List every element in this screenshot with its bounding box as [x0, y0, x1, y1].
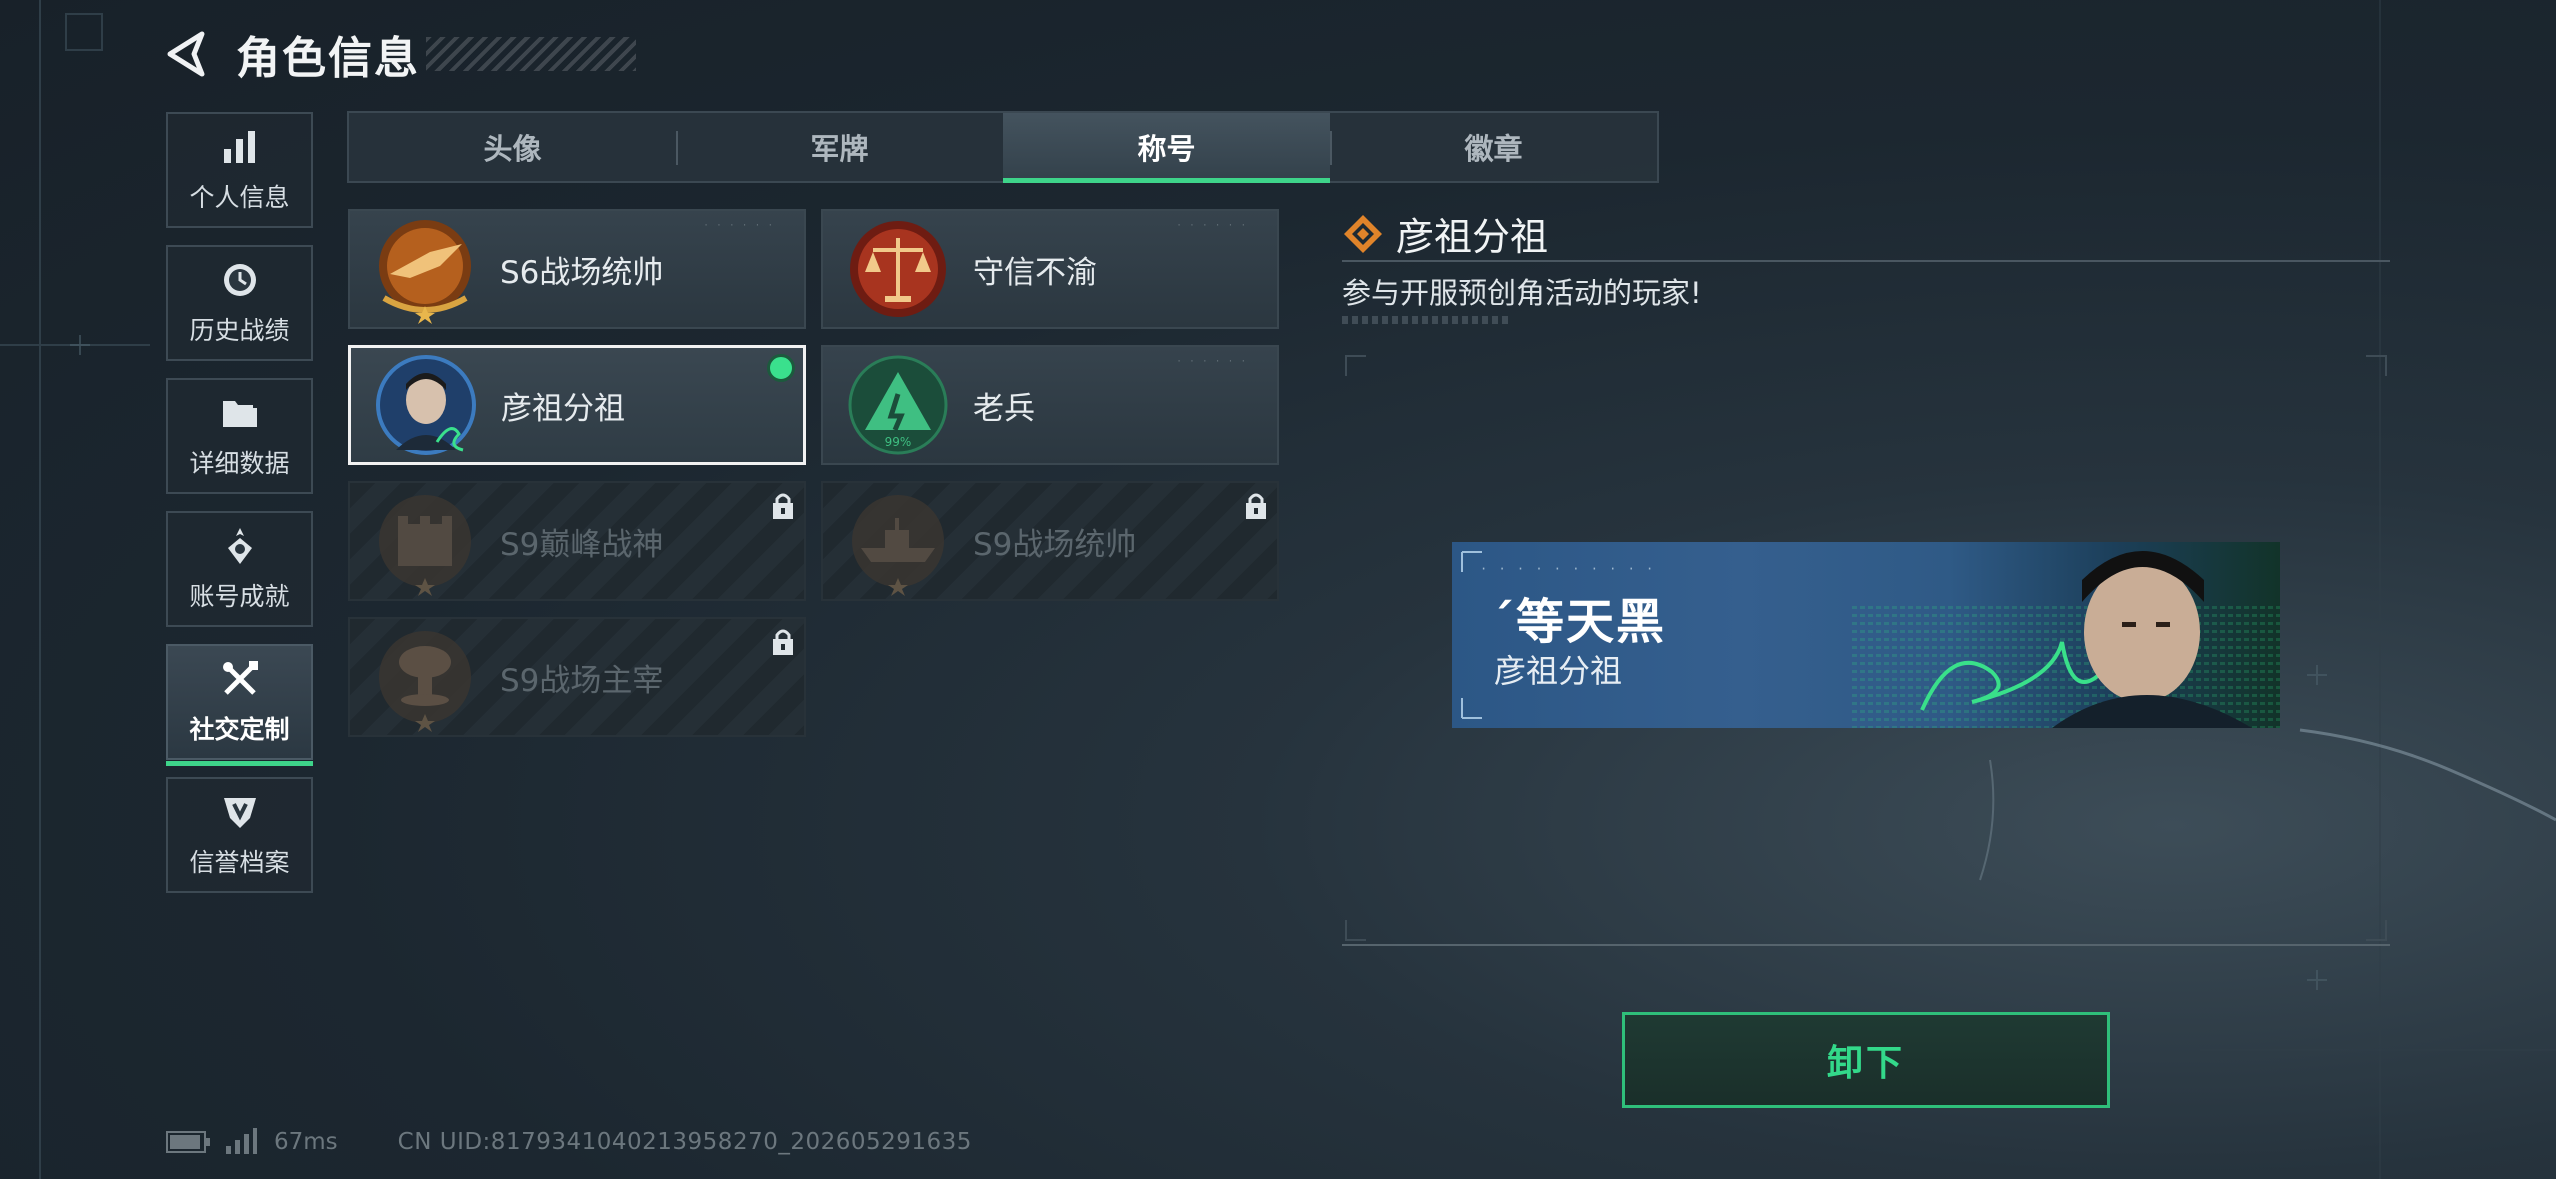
warship-emblem-icon	[852, 495, 944, 596]
banner-title: 彦祖分祖	[1494, 652, 1623, 690]
unequip-button[interactable]: 卸下	[1622, 1012, 2110, 1108]
back-button[interactable]	[160, 26, 216, 82]
unequip-button-label: 卸下	[1826, 1043, 1905, 1084]
page-header: 角色信息	[160, 22, 636, 86]
battery-icon	[166, 1131, 210, 1153]
title-card-veteran[interactable]: 99% 老兵 · · · · · ·	[821, 345, 1279, 465]
sidebar-item-label: 账号成就	[189, 582, 290, 611]
nameplate-preview: · · · · · · · · · · ´等天黑 彦祖分祖	[1452, 542, 2280, 728]
tab-title[interactable]: 称号	[1003, 113, 1330, 183]
card-tag-decoration: · · · · · ·	[703, 221, 774, 231]
detail-divider	[1342, 260, 2390, 262]
sidebar-item-history[interactable]: 历史战绩	[166, 245, 313, 361]
veteran-emblem-icon: 99%	[848, 355, 948, 455]
title-card-yanzu[interactable]: 彦祖分祖	[348, 345, 806, 465]
fortress-emblem-icon	[379, 495, 471, 596]
user-id: CN UID:8179341040213958270_202605291635	[397, 1129, 972, 1155]
banner-player-name: ´等天黑	[1490, 594, 1667, 650]
achievement-icon	[219, 525, 261, 567]
tab-dogtag[interactable]: 军牌	[676, 113, 1003, 181]
mushroom-cloud-emblem-icon	[379, 631, 471, 732]
tab-badge[interactable]: 徽章	[1330, 113, 1657, 181]
title-name: S9战场主宰	[500, 662, 664, 699]
equipped-indicator	[767, 354, 795, 382]
title-name: S9战场统帅	[973, 526, 1137, 563]
title-card-s9-peak-god[interactable]: S9巅峰战神	[348, 481, 806, 601]
fighter-jet-emblem-icon	[379, 220, 471, 324]
page-title: 角色信息	[236, 33, 420, 84]
tools-icon	[219, 658, 261, 700]
portrait-emblem-icon	[376, 355, 476, 455]
veteran-badge-text: 99%	[885, 435, 912, 449]
diamond-emblem-icon	[1344, 214, 1382, 253]
category-tabs: 头像 军牌 称号 徽章	[347, 111, 1659, 183]
title-name: 彦祖分祖	[501, 390, 625, 427]
status-bar: 67ms CN UID:8179341040213958270_20260529…	[166, 1128, 972, 1156]
bar-chart-icon	[219, 126, 261, 168]
credit-shield-icon	[219, 791, 261, 833]
sidebar-item-credit-record[interactable]: 信誉档案	[166, 777, 313, 893]
lock-icon	[773, 493, 793, 519]
lock-icon	[773, 629, 793, 655]
ping-value: 67ms	[274, 1129, 338, 1155]
card-tag-decoration: · · · · · ·	[1176, 357, 1247, 367]
title-name: S9巅峰战神	[500, 526, 664, 563]
detail-small-decoration	[1342, 316, 1508, 324]
detail-header: 彦祖分祖	[1342, 206, 1548, 261]
scales-emblem-icon	[850, 221, 946, 317]
lock-icon	[1246, 493, 1266, 519]
title-decoration	[426, 37, 636, 71]
sidebar-item-achievements[interactable]: 账号成就	[166, 511, 313, 627]
title-name: 守信不渝	[973, 254, 1097, 291]
sidebar-item-label: 详细数据	[189, 449, 290, 478]
title-card-s9-commander[interactable]: S9战场统帅	[821, 481, 1279, 601]
sidebar-item-social-custom[interactable]: 社交定制	[166, 644, 313, 766]
sidebar-item-detailed-data[interactable]: 详细数据	[166, 378, 313, 494]
sidebar-item-label: 个人信息	[189, 183, 290, 212]
title-name: S6战场统帅	[500, 254, 664, 291]
history-clock-icon	[219, 259, 261, 301]
detail-description: 参与开服预创角活动的玩家!	[1342, 276, 1702, 310]
tab-avatar[interactable]: 头像	[349, 113, 676, 181]
banner-tag-decoration: · · · · · · · · · ·	[1480, 562, 1656, 576]
sidebar: 个人信息 历史战绩 详细数据 账号成就 社交定制 信誉档案	[166, 112, 315, 910]
sidebar-item-label: 历史战绩	[189, 316, 290, 345]
sidebar-item-label: 社交定制	[189, 715, 290, 744]
detail-title-name: 彦祖分祖	[1396, 215, 1549, 259]
title-card-s9-dominator[interactable]: S9战场主宰	[348, 617, 806, 737]
title-name: 老兵	[973, 390, 1035, 427]
card-tag-decoration: · · · · · ·	[1176, 221, 1247, 231]
title-card-trustworthy[interactable]: 守信不渝 · · · · · ·	[821, 209, 1279, 329]
sidebar-item-label: 信誉档案	[189, 848, 290, 877]
title-card-s6-commander[interactable]: S6战场统帅 · · · · · ·	[348, 209, 806, 329]
sidebar-item-personal-info[interactable]: 个人信息	[166, 112, 313, 228]
detail-bottom-divider	[1342, 944, 2390, 946]
folder-icon	[219, 392, 261, 434]
signal-icon	[226, 1128, 257, 1154]
back-arrow-icon	[167, 31, 205, 77]
